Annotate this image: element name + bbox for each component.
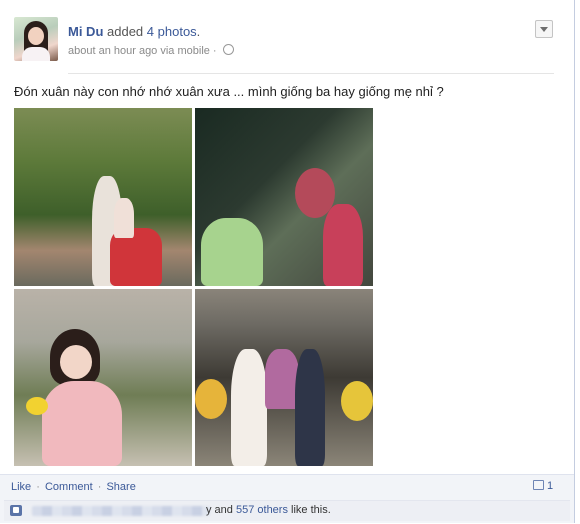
comment-count-value: 1 — [547, 480, 554, 492]
photos-link[interactable]: 4 photos — [147, 24, 197, 39]
author-name[interactable]: Mi Du — [68, 24, 103, 39]
likes-summary: y and 557 others like this. — [4, 500, 570, 521]
avatar-body — [22, 47, 50, 61]
chevron-down-icon[interactable] — [535, 20, 553, 38]
avatar[interactable] — [14, 17, 58, 61]
likes-prefix: y and — [206, 504, 233, 516]
post-card: Mi Du added 4 photos. about an hour ago … — [0, 0, 575, 523]
comment-button[interactable]: Comment — [45, 481, 93, 493]
share-button[interactable]: Share — [106, 481, 135, 493]
status-text: Đón xuân này con nhớ nhớ xuân xưa ... mì… — [14, 84, 444, 99]
thumbs-up-icon — [10, 505, 22, 516]
photo-3[interactable] — [14, 289, 192, 466]
redacted-names — [32, 506, 210, 516]
photo-4[interactable] — [195, 289, 373, 466]
post-timestamp[interactable]: about an hour ago via mobile · — [68, 45, 217, 57]
likes-suffix: like this. — [291, 504, 331, 516]
separator: · — [36, 481, 40, 493]
globe-icon[interactable] — [222, 44, 234, 55]
post-header: Mi Du added 4 photos. — [68, 24, 200, 39]
post-actions: Like · Comment · Share — [11, 481, 136, 493]
comment-count[interactable]: 1 — [533, 480, 553, 492]
post-footer: Like · Comment · Share 1 y and 557 other… — [0, 474, 574, 523]
likes-others-link[interactable]: 557 others — [236, 504, 288, 516]
post-action-text: added — [107, 24, 144, 39]
header-period: . — [196, 24, 201, 39]
avatar-face — [28, 27, 44, 45]
photo-1[interactable] — [14, 108, 192, 286]
comment-icon — [533, 480, 544, 490]
like-button[interactable]: Like — [11, 481, 31, 493]
separator: · — [97, 481, 102, 493]
post-meta: about an hour ago via mobile · — [68, 44, 234, 57]
photo-grid — [14, 108, 374, 466]
header-divider — [68, 73, 554, 74]
likes-text: y and 557 others like this. — [206, 504, 331, 516]
photo-2[interactable] — [195, 108, 373, 286]
